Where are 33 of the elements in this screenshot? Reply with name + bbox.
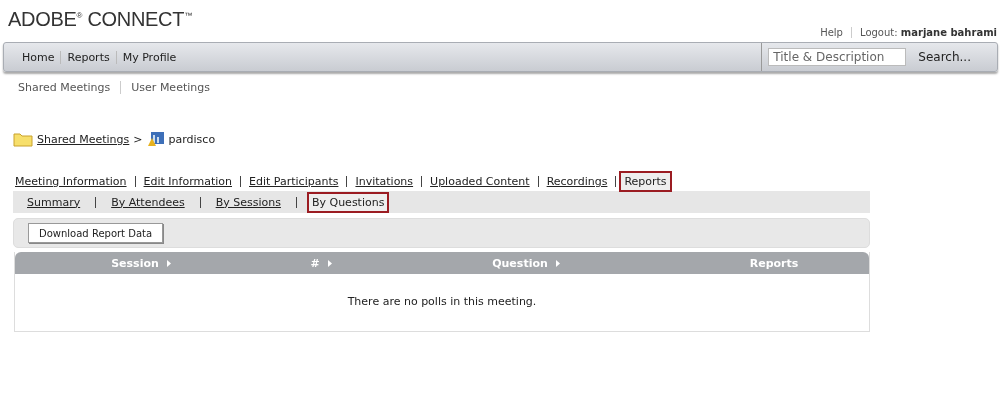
sort-arrow-icon (555, 259, 560, 267)
nav-link[interactable]: My Profile (115, 50, 183, 64)
tab[interactable]: Reports (619, 170, 672, 192)
subtab[interactable]: Summary (22, 191, 86, 213)
logo: ADOBE$^{®}$ CONNECT$^{™}$ (8, 8, 192, 31)
sort-arrow-icon (166, 259, 171, 267)
breadcrumb-current: pardisco (168, 132, 216, 146)
help-link[interactable]: Help (820, 27, 843, 38)
subnav-link[interactable]: Shared Meetings (14, 81, 121, 94)
nav-link[interactable]: Home (16, 50, 61, 64)
tab[interactable]: Invitations (350, 170, 419, 192)
tab[interactable]: Recordings (541, 170, 613, 192)
search-field[interactable]: Title & Description (768, 48, 907, 66)
logout-link[interactable]: Logout: (860, 27, 898, 38)
folder-icon (13, 131, 33, 147)
breadcrumb-separator: > (133, 132, 143, 146)
nav-link[interactable]: Reports (60, 50, 116, 64)
download-report-button[interactable]: Download Report Data (28, 223, 164, 243)
subtab[interactable]: By Sessions (210, 191, 286, 213)
empty-message: There are no polls in this meeting. (346, 294, 538, 310)
subtab[interactable]: By Questions (306, 191, 390, 213)
search-button[interactable]: Search... (912, 49, 977, 65)
user-name: marjane bahrami (900, 27, 997, 38)
tab[interactable]: Edit Information (138, 170, 237, 192)
sort-arrow-icon (327, 259, 332, 267)
meeting-icon (146, 131, 165, 147)
column-header: Reports (749, 256, 799, 270)
tab[interactable]: Edit Participants (244, 170, 344, 192)
tab[interactable]: Meeting Information (10, 170, 132, 192)
subtab[interactable]: By Attendees (106, 191, 190, 213)
breadcrumb-link[interactable]: Shared Meetings (37, 132, 130, 146)
subnav-link[interactable]: User Meetings (120, 81, 220, 94)
tab[interactable]: Uploaded Content (425, 170, 535, 192)
